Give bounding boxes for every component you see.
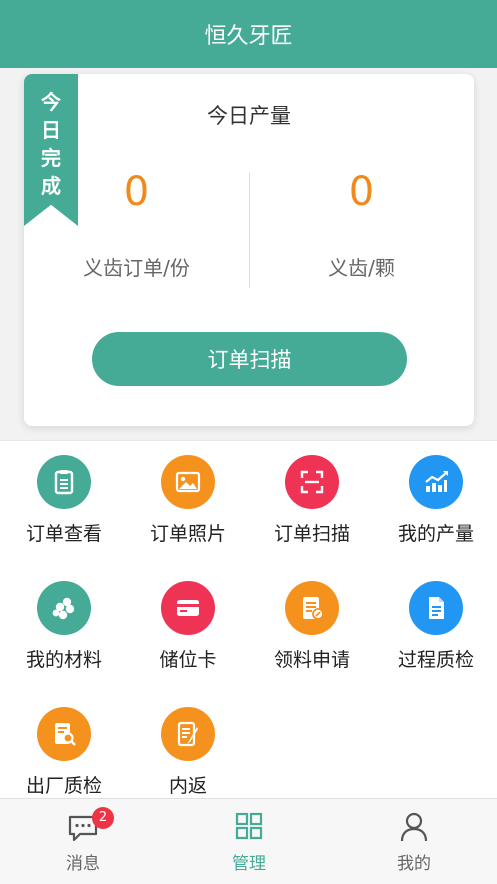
menu-order-photos[interactable]: 订单照片 bbox=[126, 441, 250, 551]
menu-label: 出厂质检 bbox=[25, 775, 102, 797]
inspect-doc-icon bbox=[37, 707, 91, 761]
scan-frame-icon bbox=[285, 455, 339, 509]
menu-label: 储位卡 bbox=[159, 649, 217, 671]
tab-label: 消息 bbox=[66, 854, 100, 874]
card-icon bbox=[161, 581, 215, 635]
summary-area: 今日完成 今日产量 0 义齿订单/份 0 义齿/颗 订单扫描 bbox=[0, 68, 497, 440]
trend-chart-icon bbox=[409, 455, 463, 509]
menu-order-scan[interactable]: 订单扫描 bbox=[250, 441, 374, 551]
user-icon bbox=[400, 812, 428, 842]
unread-badge: 2 bbox=[92, 807, 114, 829]
materials-icon bbox=[37, 581, 91, 635]
teeth-count: 0 bbox=[348, 169, 375, 215]
tab-label: 我的 bbox=[397, 854, 431, 874]
menu-label: 订单照片 bbox=[149, 523, 226, 545]
grid-icon bbox=[235, 812, 263, 840]
order-scan-button[interactable]: 订单扫描 bbox=[92, 332, 407, 386]
teeth-label: 义齿/颗 bbox=[328, 256, 395, 280]
menu-my-materials[interactable]: 我的材料 bbox=[2, 567, 126, 677]
tab-management[interactable]: 管理 bbox=[166, 799, 332, 884]
menu-label: 我的产量 bbox=[397, 523, 474, 545]
menu-label: 订单扫描 bbox=[273, 523, 350, 545]
menu-label: 订单查看 bbox=[25, 523, 102, 545]
tab-messages[interactable]: 2 消息 bbox=[0, 799, 166, 884]
return-doc-icon bbox=[161, 707, 215, 761]
tab-profile[interactable]: 我的 bbox=[331, 799, 497, 884]
card-title: 今日产量 bbox=[207, 104, 291, 128]
orders-label: 义齿订单/份 bbox=[83, 256, 190, 280]
menu-label: 过程质检 bbox=[397, 649, 474, 671]
document-icon bbox=[409, 581, 463, 635]
menu-label: 领料申请 bbox=[273, 649, 350, 671]
photo-icon bbox=[161, 455, 215, 509]
menu-factory-qc[interactable]: 出厂质检 bbox=[2, 693, 126, 803]
function-grid: 订单查看 订单照片 订单扫描 我的产量 我的材料 储位卡 领料申请 过程质检 出… bbox=[0, 440, 497, 799]
request-form-icon bbox=[285, 581, 339, 635]
menu-internal-return[interactable]: 内返 bbox=[126, 693, 250, 803]
teeth-stat: 0 义齿/颗 bbox=[249, 168, 474, 281]
today-production-card: 今日完成 今日产量 0 义齿订单/份 0 义齿/颗 订单扫描 bbox=[24, 74, 474, 426]
bottom-tab-bar: 2 消息 管理 我的 bbox=[0, 798, 497, 884]
tab-label: 管理 bbox=[232, 854, 266, 874]
menu-material-request[interactable]: 领料申请 bbox=[250, 567, 374, 677]
page-title: 恒久牙匠 bbox=[204, 24, 293, 49]
menu-order-view[interactable]: 订单查看 bbox=[2, 441, 126, 551]
orders-count: 0 bbox=[123, 169, 150, 215]
menu-storage-card[interactable]: 储位卡 bbox=[126, 567, 250, 677]
menu-label: 我的材料 bbox=[25, 649, 102, 671]
app-header: 恒久牙匠 bbox=[0, 0, 497, 68]
menu-my-output[interactable]: 我的产量 bbox=[374, 441, 497, 551]
menu-process-qc[interactable]: 过程质检 bbox=[374, 567, 497, 677]
orders-stat: 0 义齿订单/份 bbox=[24, 168, 249, 281]
clipboard-icon bbox=[37, 455, 91, 509]
menu-label: 内返 bbox=[168, 775, 207, 797]
